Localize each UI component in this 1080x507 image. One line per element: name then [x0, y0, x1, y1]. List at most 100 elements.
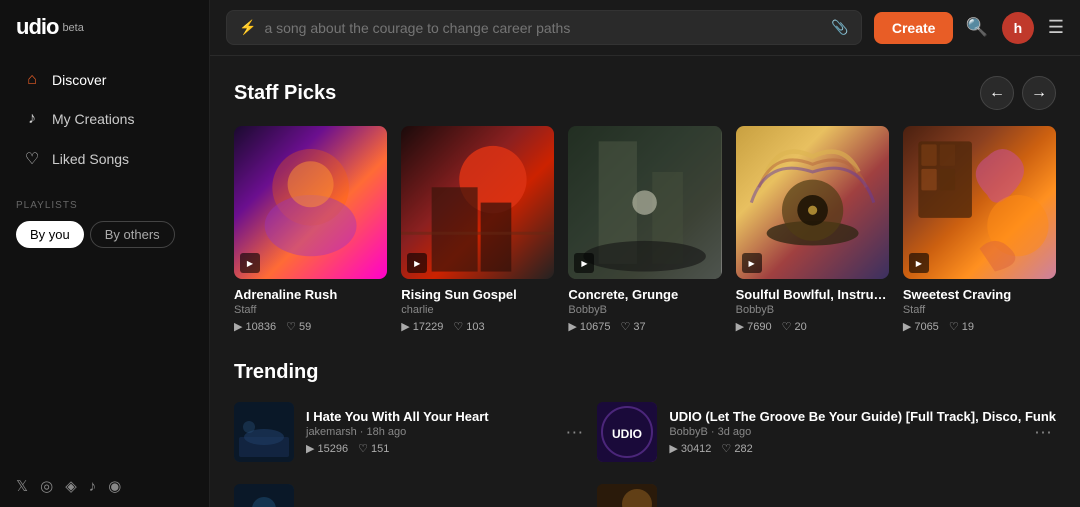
likes-stat: ♡ 37 — [621, 320, 646, 333]
heart-icon: ♡ — [22, 149, 42, 169]
trending-meta-hate: jakemarsh · 18h ago — [306, 426, 587, 438]
more-options-icon[interactable]: ··· — [1030, 418, 1056, 447]
sidebar-bottom: 𝕏 ◎ ◈ ♪ ◉ — [0, 465, 209, 507]
nav-arrows: ← → — [980, 76, 1056, 110]
pick-thumb-adrenaline: ▶ — [234, 126, 387, 279]
pick-card-concrete[interactable]: ▶ Concrete, Grunge BobbyB ▶ 10675 ♡ 37 — [568, 126, 721, 333]
trending-stats-hate: ▶ 15296 ♡ 151 — [306, 442, 587, 455]
trending-thumb-hate — [234, 402, 294, 462]
pick-stats-concrete: ▶ 10675 ♡ 37 — [568, 320, 721, 333]
plays-stat: ▶ 7690 — [736, 320, 772, 333]
pick-author-sweetest: Staff — [903, 304, 1056, 316]
plays-stat: ▶ 10675 — [568, 320, 610, 333]
pick-stats-sweetest: ▶ 7065 ♡ 19 — [903, 320, 1056, 333]
pick-thumb-soulful: ▶ — [736, 126, 889, 279]
trending-title-udio: UDIO (Let The Groove Be Your Guide) [Ful… — [669, 409, 1056, 424]
sidebar: udio beta ⌂ Discover ♪ My Creations ♡ Li… — [0, 0, 210, 507]
staff-picks-title: Staff Picks — [234, 82, 336, 105]
play-indicator: ▶ — [407, 253, 427, 273]
pick-thumb-concrete: ▶ — [568, 126, 721, 279]
nav-label-liked-songs: Liked Songs — [52, 151, 129, 167]
main-content: ⚡ 📎 Create 🔍 h ☰ Staff Picks ← → — [210, 0, 1080, 507]
staff-picks-header: Staff Picks ← → — [234, 76, 1056, 110]
trending-item-hate[interactable]: I Hate You With All Your Heart jakemarsh… — [234, 396, 587, 468]
trending-thumb-dramatic — [597, 484, 657, 507]
trending-thumb-udio: UDIO — [597, 402, 657, 462]
likes-stat: ♡ 19 — [949, 320, 974, 333]
search-bar[interactable]: ⚡ 📎 — [226, 10, 862, 45]
search-icon[interactable]: 🔍 — [965, 17, 987, 38]
logo-area: udio beta — [0, 0, 209, 50]
pick-title-rising: Rising Sun Gospel — [401, 287, 554, 302]
playlists-section: PLAYLISTS By you By others — [0, 200, 209, 248]
plays-stat: ▶ 10836 — [234, 320, 276, 333]
tab-by-others[interactable]: By others — [90, 221, 175, 248]
search-input[interactable] — [264, 20, 823, 36]
prev-arrow[interactable]: ← — [980, 76, 1014, 110]
playlist-tabs: By you By others — [16, 221, 193, 248]
logo-text: udio — [16, 14, 58, 40]
pick-author-soulful: BobbyB — [736, 304, 889, 316]
pick-title-adrenaline: Adrenaline Rush — [234, 287, 387, 302]
pick-stats-rising: ▶ 17229 ♡ 103 — [401, 320, 554, 333]
plays-stat: ▶ 7065 — [903, 320, 939, 333]
trending-title-hate: I Hate You With All Your Heart — [306, 409, 587, 424]
create-button[interactable]: Create — [874, 12, 954, 44]
svg-text:UDIO: UDIO — [612, 427, 642, 441]
trending-list: I Hate You With All Your Heart jakemarsh… — [234, 396, 1056, 507]
playlists-label: PLAYLISTS — [16, 200, 193, 211]
reddit-icon[interactable]: ◉ — [108, 477, 121, 495]
pick-stats-soulful: ▶ 7690 ♡ 20 — [736, 320, 889, 333]
pick-stats-adrenaline: ▶ 10836 ♡ 59 — [234, 320, 387, 333]
pick-author-adrenaline: Staff — [234, 304, 387, 316]
tiktok-icon[interactable]: ♪ — [89, 478, 97, 495]
trending-info-udio: UDIO (Let The Groove Be Your Guide) [Ful… — [669, 409, 1056, 455]
play-indicator: ▶ — [909, 253, 929, 273]
pick-title-concrete: Concrete, Grunge — [568, 287, 721, 302]
likes: ♡ 282 — [721, 442, 752, 455]
pick-card-soulful[interactable]: ▶ Soulful Bowlful, Instrumental Hi... Bo… — [736, 126, 889, 333]
likes: ♡ 151 — [358, 442, 389, 455]
pick-card-adrenaline[interactable]: ▶ Adrenaline Rush Staff ▶ 10836 ♡ 59 — [234, 126, 387, 333]
instagram-icon[interactable]: ◎ — [40, 477, 53, 495]
likes-stat: ♡ 59 — [286, 320, 311, 333]
discord-icon[interactable]: ◈ — [65, 477, 77, 495]
pick-thumb-rising: ▶ — [401, 126, 554, 279]
lightning-icon: ⚡ — [239, 19, 256, 36]
nav-item-liked-songs[interactable]: ♡ Liked Songs — [6, 139, 203, 179]
avatar[interactable]: h — [1002, 12, 1034, 44]
play-indicator: ▶ — [240, 253, 260, 273]
trending-item-udio[interactable]: UDIO UDIO (Let The Groove Be Your Guide)… — [597, 396, 1056, 468]
twitter-icon[interactable]: 𝕏 — [16, 477, 28, 495]
trending-thumb-wow — [234, 484, 294, 507]
home-icon: ⌂ — [22, 71, 42, 89]
nav-item-my-creations[interactable]: ♪ My Creations — [6, 100, 203, 138]
trending-item-dramatic[interactable]: Dramatic Exotic... — [597, 478, 1056, 507]
trending-info-hate: I Hate You With All Your Heart jakemarsh… — [306, 409, 587, 455]
pick-card-sweetest[interactable]: ▶ Sweetest Craving Staff ▶ 7065 ♡ 19 — [903, 126, 1056, 333]
more-options-icon[interactable]: ··· — [561, 418, 587, 447]
tab-by-you[interactable]: By you — [16, 221, 84, 248]
staff-picks-grid: ▶ Adrenaline Rush Staff ▶ 10836 ♡ 59 — [234, 126, 1056, 333]
trending-stats-udio: ▶ 30412 ♡ 282 — [669, 442, 1056, 455]
menu-icon[interactable]: ☰ — [1048, 17, 1064, 38]
likes-stat: ♡ 20 — [782, 320, 807, 333]
main-nav: ⌂ Discover ♪ My Creations ♡ Liked Songs — [0, 60, 209, 180]
pick-title-soulful: Soulful Bowlful, Instrumental Hi... — [736, 287, 889, 302]
attachment-icon[interactable]: 📎 — [831, 19, 848, 36]
trending-title: Trending — [234, 361, 1056, 384]
topbar-icons: 🔍 h ☰ — [965, 12, 1064, 44]
music-note-icon: ♪ — [22, 110, 42, 128]
logo-beta: beta — [62, 22, 83, 34]
content-area: Staff Picks ← → ▶ Adre — [210, 56, 1080, 507]
nav-item-discover[interactable]: ⌂ Discover — [6, 61, 203, 99]
nav-label-discover: Discover — [52, 72, 106, 88]
pick-thumb-sweetest: ▶ — [903, 126, 1056, 279]
topbar: ⚡ 📎 Create 🔍 h ☰ — [210, 0, 1080, 56]
plays: ▶ 30412 — [669, 442, 711, 455]
play-indicator: ▶ — [574, 253, 594, 273]
pick-card-rising[interactable]: ▶ Rising Sun Gospel charlie ▶ 17229 ♡ 10… — [401, 126, 554, 333]
trending-item-wow[interactable]: Wow — I Didn't Know That [Full Track] — [234, 478, 587, 507]
next-arrow[interactable]: → — [1022, 76, 1056, 110]
plays: ▶ 15296 — [306, 442, 348, 455]
